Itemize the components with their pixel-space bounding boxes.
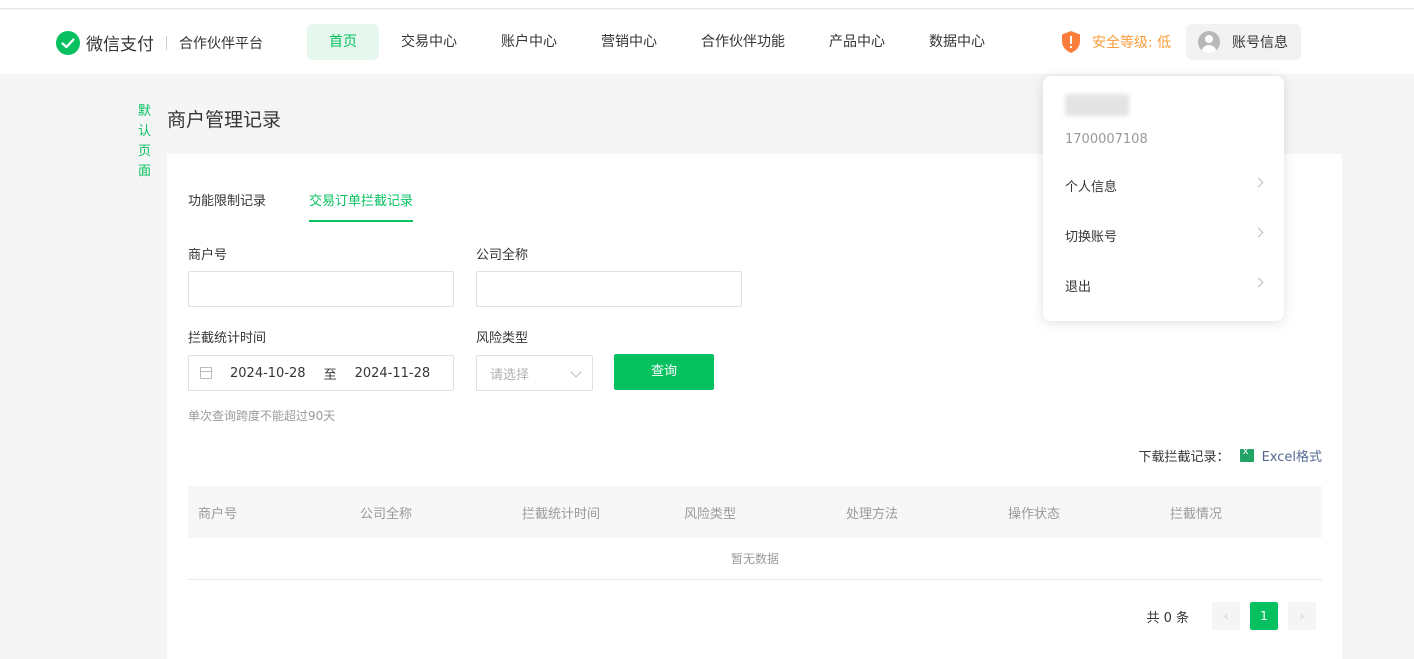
- date-start[interactable]: 2024-10-28: [230, 366, 306, 381]
- chevron-right-icon: [1253, 177, 1264, 188]
- query-button[interactable]: 查询: [614, 354, 714, 390]
- column-interception-time: 拦截统计时间: [522, 506, 601, 522]
- menu-item-logout[interactable]: 退出: [1065, 276, 1265, 295]
- nav-product-center[interactable]: 产品中心: [807, 24, 907, 60]
- wechat-pay-icon: [56, 30, 80, 55]
- record-tabs: 功能限制记录 交易订单拦截记录: [188, 190, 456, 222]
- date-separator: 至: [323, 367, 337, 383]
- merchant-id-label: 商户号: [188, 248, 228, 263]
- breadcrumb-default-page[interactable]: 默认页面: [138, 102, 152, 182]
- interception-time-label: 拦截统计时间: [188, 331, 267, 346]
- chevron-down-icon: [570, 366, 582, 378]
- nav-marketing-center[interactable]: 营销中心: [579, 24, 679, 60]
- security-level[interactable]: 安全等级: 低: [1060, 30, 1171, 54]
- tab-order-interception[interactable]: 交易订单拦截记录: [309, 190, 414, 222]
- account-id: 1700007108: [1065, 132, 1148, 147]
- security-level-text: 安全等级: 低: [1092, 35, 1172, 51]
- brand-name: 微信支付: [86, 35, 154, 55]
- platform-name: 合作伙伴平台: [179, 35, 263, 52]
- avatar-icon: [1198, 31, 1220, 53]
- prev-page-button[interactable]: ‹: [1212, 602, 1240, 630]
- date-range-picker[interactable]: 2024-10-28 至 2024-11-28: [188, 355, 454, 391]
- column-handling-method: 处理方法: [846, 506, 899, 522]
- nav-data-center[interactable]: 数据中心: [907, 24, 1007, 60]
- nav-account-center[interactable]: 账户中心: [479, 24, 579, 60]
- page-1-button[interactable]: 1: [1250, 602, 1278, 630]
- brand-logo[interactable]: 微信支付 合作伙伴平台: [56, 30, 263, 55]
- pagination: 共 0 条 ‹ 1 ›: [1146, 602, 1316, 630]
- chevron-right-icon: [1253, 277, 1264, 288]
- excel-download-link[interactable]: Excel格式: [1262, 446, 1322, 465]
- top-header: 微信支付 合作伙伴平台 首页 交易中心 账户中心 营销中心 合作伙伴功能 产品中…: [0, 10, 1414, 74]
- brand-divider: [166, 35, 167, 50]
- account-name-blurred: [1065, 94, 1129, 116]
- column-operation-status: 操作状态: [1008, 506, 1061, 522]
- company-name-input[interactable]: [476, 271, 742, 307]
- chevron-right-icon: [1253, 227, 1264, 238]
- company-name-label: 公司全称: [476, 248, 529, 263]
- merchant-id-input[interactable]: [188, 271, 454, 307]
- nav-trade-center[interactable]: 交易中心: [379, 24, 479, 60]
- column-interception-status: 拦截情况: [1170, 506, 1223, 522]
- pagination-total: 共 0 条: [1146, 610, 1189, 626]
- window-top-strip: [0, 0, 1414, 9]
- menu-item-personal-info[interactable]: 个人信息: [1065, 176, 1265, 195]
- page-title: 商户管理记录: [167, 109, 282, 131]
- tab-function-restriction[interactable]: 功能限制记录: [188, 190, 266, 222]
- risk-type-select[interactable]: 请选择: [476, 355, 593, 391]
- account-info-button[interactable]: 账号信息: [1186, 24, 1301, 60]
- next-page-button[interactable]: ›: [1288, 602, 1316, 630]
- menu-item-label: 切换账号: [1065, 230, 1118, 245]
- nav-home[interactable]: 首页: [307, 24, 379, 60]
- query-range-hint: 单次查询跨度不能超过90天: [188, 409, 336, 423]
- date-end[interactable]: 2024-11-28: [355, 366, 431, 381]
- menu-item-label: 退出: [1065, 280, 1092, 295]
- nav-partner-functions[interactable]: 合作伙伴功能: [679, 24, 807, 60]
- interception-table: 商户号 公司全称 拦截统计时间 风险类型 处理方法 操作状态 拦截情况 暂无数据: [188, 486, 1322, 580]
- shield-warning-icon: [1062, 31, 1080, 53]
- account-dropdown-menu: 1700007108 个人信息 切换账号 退出: [1043, 76, 1284, 321]
- table-empty-state: 暂无数据: [188, 538, 1322, 580]
- excel-icon: [1239, 446, 1254, 462]
- download-records: 下载拦截记录： Excel格式: [1139, 446, 1322, 465]
- column-company-name: 公司全称: [360, 506, 413, 522]
- column-merchant-id: 商户号: [198, 506, 238, 522]
- download-label: 下载拦截记录：: [1138, 450, 1230, 465]
- account-info-label: 账号信息: [1232, 35, 1288, 51]
- risk-type-placeholder: 请选择: [490, 367, 530, 383]
- menu-item-label: 个人信息: [1065, 180, 1118, 195]
- menu-item-switch-account[interactable]: 切换账号: [1065, 226, 1265, 245]
- column-risk-type: 风险类型: [684, 506, 737, 522]
- calendar-icon: [200, 367, 212, 379]
- table-header: 商户号 公司全称 拦截统计时间 风险类型 处理方法 操作状态 拦截情况: [188, 486, 1322, 538]
- main-nav: 首页 交易中心 账户中心 营销中心 合作伙伴功能 产品中心 数据中心: [307, 24, 1007, 60]
- risk-type-label: 风险类型: [476, 331, 529, 346]
